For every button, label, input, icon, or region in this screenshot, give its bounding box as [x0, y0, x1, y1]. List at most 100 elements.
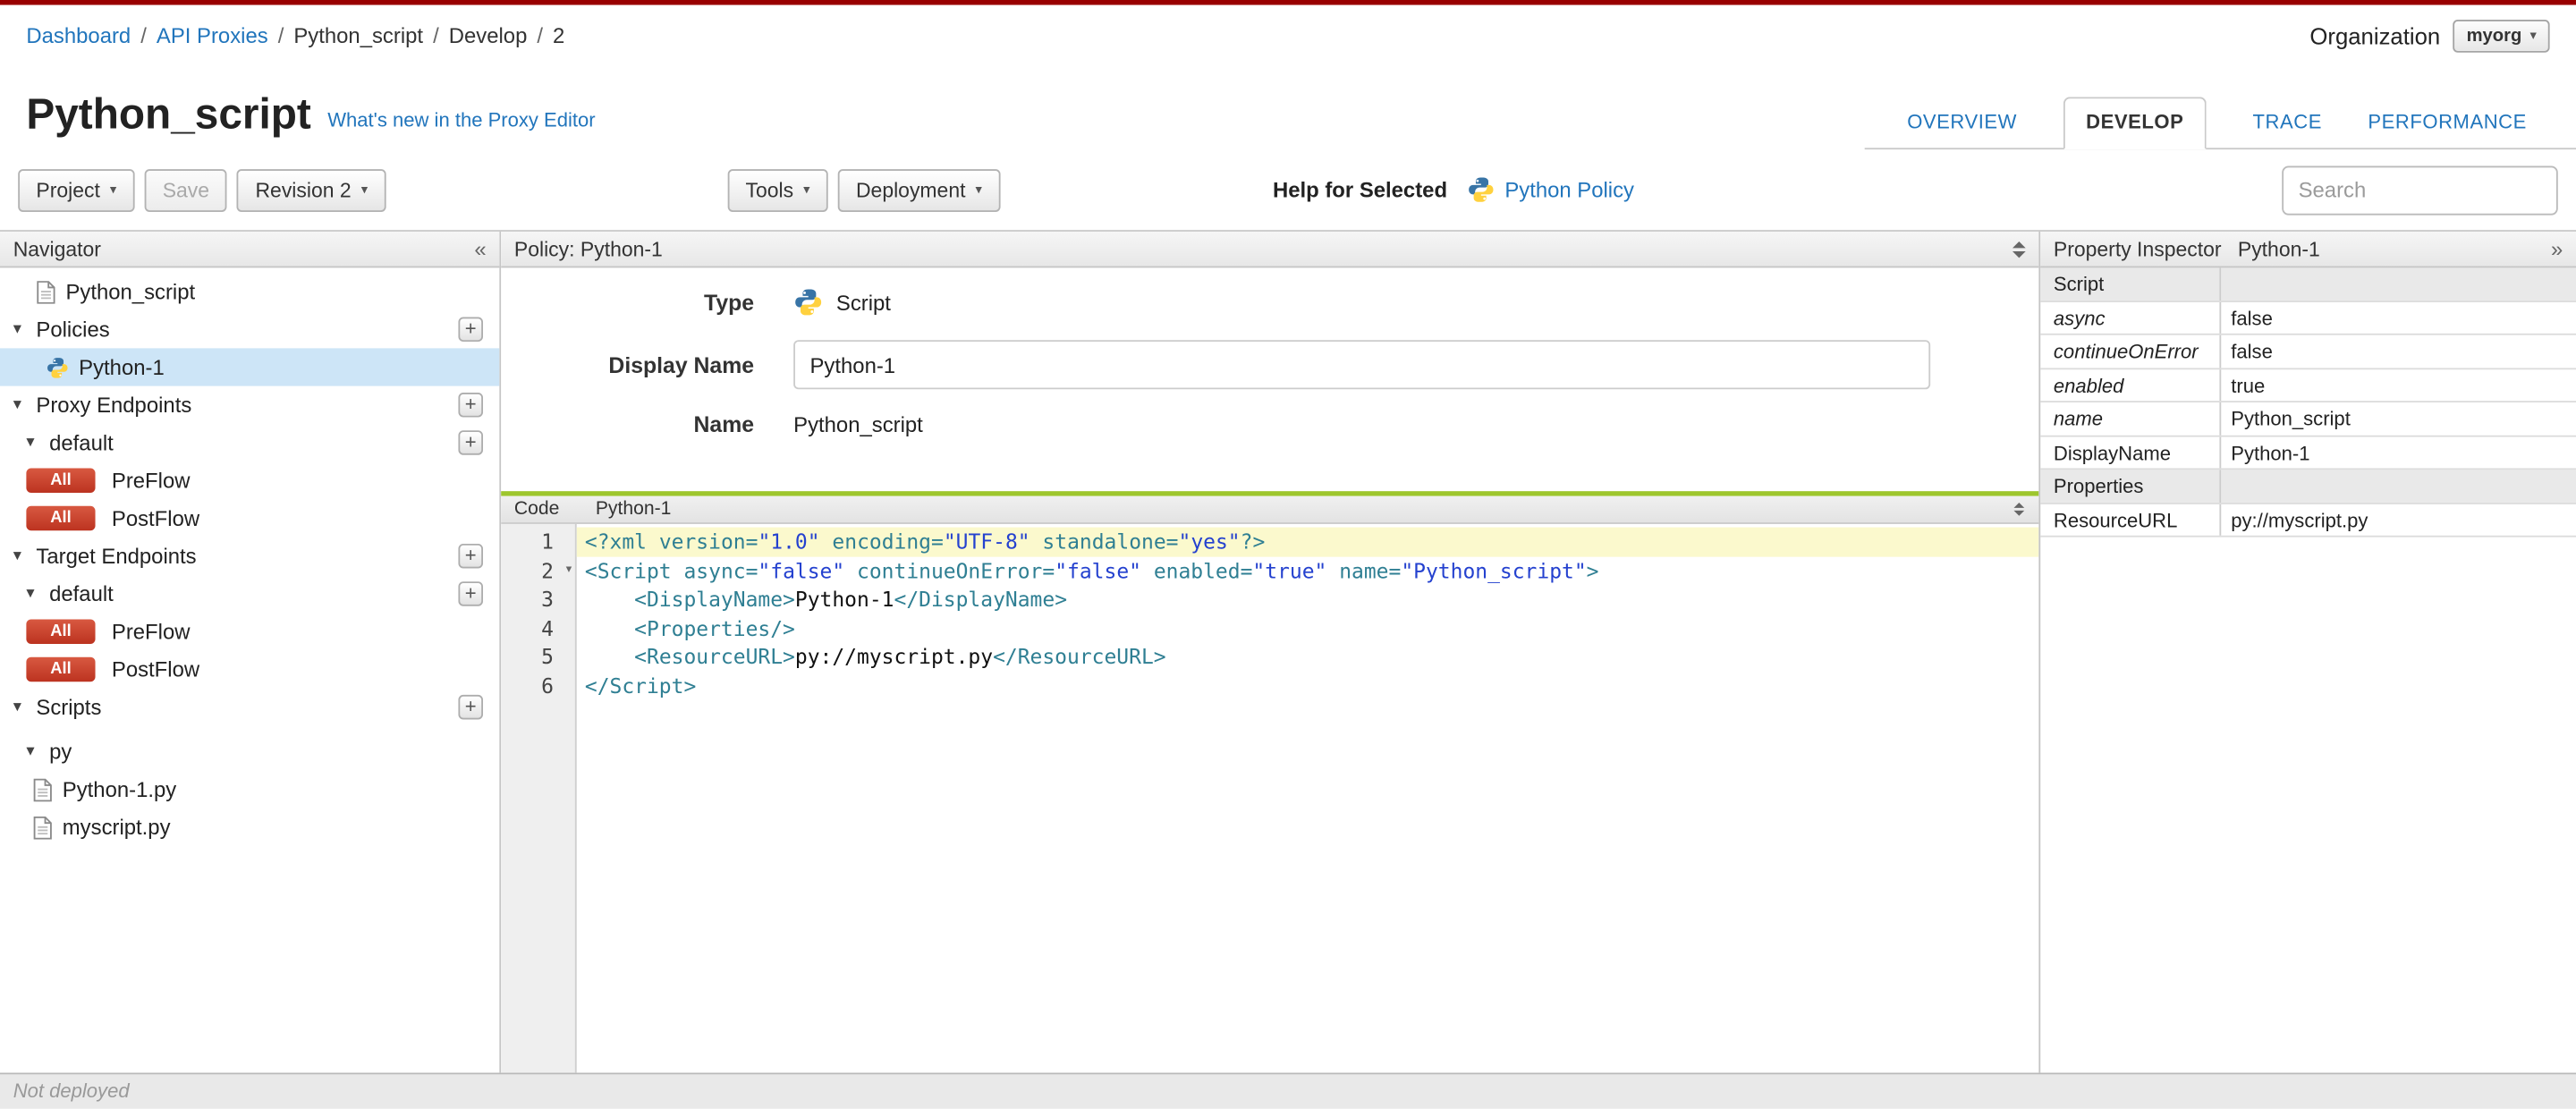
- proxy-tabs: OVERVIEW DEVELOP TRACE PERFORMANCE: [1864, 97, 2576, 150]
- all-conditions-badge: All: [26, 468, 96, 494]
- organization-label: Organization: [2309, 21, 2441, 49]
- add-flow-button[interactable]: +: [458, 581, 483, 606]
- breadcrumb: Dashboard / API Proxies / Python_script …: [26, 23, 564, 48]
- navigator-title: Navigator: [13, 237, 101, 261]
- collapse-vertical-icon[interactable]: [2012, 241, 2026, 258]
- organization-dropdown[interactable]: myorg ▾: [2453, 19, 2550, 52]
- project-button[interactable]: Project ▾: [18, 168, 135, 212]
- tree-row-file-python-1-py[interactable]: Python-1.py: [0, 770, 499, 808]
- tab-develop[interactable]: DEVELOP: [2063, 97, 2207, 150]
- property-value[interactable]: py://myscript.py: [2221, 504, 2576, 536]
- add-policy-button[interactable]: +: [458, 317, 483, 343]
- name-row: Name Python_script: [508, 412, 2039, 437]
- whats-new-link[interactable]: What's new in the Proxy Editor: [327, 108, 595, 131]
- code-editor[interactable]: 1 2 ▾ 3 4 5 6 <?xml version="1.0" encoding="UT…: [501, 523, 2039, 1073]
- code-line[interactable]: <?xml version="1.0" encoding="UTF-8" sta…: [576, 527, 2039, 556]
- document-icon: [36, 280, 55, 303]
- code-title: Python-1: [595, 499, 672, 520]
- tree-row-target-postflow[interactable]: All PostFlow: [0, 650, 499, 688]
- property-value[interactable]: Python-1: [2221, 436, 2576, 469]
- tools-button[interactable]: Tools ▾: [727, 168, 828, 212]
- tree-row-proxy-postflow[interactable]: All PostFlow: [0, 499, 499, 537]
- code-line[interactable]: <DisplayName>Python-1</DisplayName>: [577, 585, 2039, 614]
- code-line[interactable]: <Properties/>: [577, 614, 2039, 642]
- property-value[interactable]: false: [2221, 335, 2576, 368]
- navigator-tree: Python_script ▾ Policies + Python-1 ▾ Pr…: [0, 267, 500, 1072]
- tree-row-file-myscript-py[interactable]: myscript.py: [0, 808, 499, 846]
- tree-label: myscript.py: [62, 815, 171, 840]
- tree-label: Proxy Endpoints: [36, 392, 192, 418]
- display-name-row: Display Name: [508, 340, 2039, 390]
- code-line[interactable]: <Script async="false" continueOnError="f…: [577, 556, 2039, 585]
- caret-down-icon[interactable]: ▾: [26, 434, 49, 452]
- caret-down-icon[interactable]: ▾: [13, 320, 37, 338]
- property-value: [2221, 470, 2576, 503]
- property-name: continueOnError: [2040, 334, 2222, 368]
- breadcrumb-separator: /: [537, 22, 544, 48]
- caret-down-icon[interactable]: ▾: [26, 742, 49, 760]
- property-row: async false: [2040, 301, 2576, 335]
- property-name: Script: [2040, 267, 2222, 301]
- tree-row-proxy-root[interactable]: Python_script: [0, 273, 499, 310]
- tree-row-proxy-default[interactable]: ▾ default +: [0, 424, 499, 461]
- tab-trace[interactable]: TRACE: [2253, 98, 2322, 148]
- python-policy-help-link[interactable]: Python Policy: [1504, 177, 1634, 202]
- code-line[interactable]: <ResourceURL>py://myscript.py</ResourceU…: [577, 642, 2039, 671]
- tree-row-target-default[interactable]: ▾ default +: [0, 575, 499, 613]
- caret-down-icon[interactable]: ▾: [13, 396, 37, 414]
- type-label: Type: [704, 290, 755, 315]
- breadcrumb-separator: /: [277, 22, 284, 48]
- organization-value: myorg: [2466, 25, 2522, 46]
- add-flow-button[interactable]: +: [458, 430, 483, 455]
- code-lines[interactable]: <?xml version="1.0" encoding="UTF-8" sta…: [576, 524, 2039, 1072]
- code-line[interactable]: </Script>: [577, 671, 2039, 699]
- tree-row-proxy-endpoints-section[interactable]: ▾ Proxy Endpoints +: [0, 386, 499, 424]
- add-proxy-endpoint-button[interactable]: +: [458, 392, 483, 418]
- navigator-pane: Navigator « Python_script ▾ Policies + P…: [0, 231, 502, 1073]
- all-conditions-badge: All: [26, 505, 96, 531]
- tree-row-py-folder[interactable]: ▾ py: [0, 732, 499, 770]
- search-input[interactable]: [2282, 165, 2558, 215]
- tree-label: Scripts: [36, 694, 102, 720]
- tree-label: PreFlow: [111, 619, 191, 644]
- breadcrumb-dashboard[interactable]: Dashboard: [26, 23, 131, 48]
- tree-label: default: [49, 430, 114, 455]
- breadcrumb-api-proxies[interactable]: API Proxies: [157, 23, 268, 48]
- top-bar: Dashboard / API Proxies / Python_script …: [0, 5, 2576, 66]
- collapse-right-icon[interactable]: »: [2551, 238, 2563, 259]
- code-tab[interactable]: Code: [514, 499, 560, 519]
- property-value[interactable]: Python_script: [2221, 402, 2576, 435]
- python-icon: [46, 356, 69, 379]
- property-row: continueOnError false: [2040, 334, 2576, 369]
- property-value[interactable]: false: [2221, 301, 2576, 334]
- add-script-button[interactable]: +: [458, 694, 483, 720]
- deployment-button[interactable]: Deployment ▾: [837, 168, 1001, 212]
- tree-row-scripts-section[interactable]: ▾ Scripts +: [0, 689, 499, 726]
- tree-row-proxy-preflow[interactable]: All PreFlow: [0, 461, 499, 499]
- tree-label: PreFlow: [111, 468, 191, 494]
- caret-down-icon[interactable]: ▾: [26, 585, 49, 603]
- tree-row-target-endpoints-section[interactable]: ▾ Target Endpoints +: [0, 538, 499, 575]
- caret-down-icon[interactable]: ▾: [13, 698, 37, 716]
- property-name: enabled: [2040, 368, 2222, 402]
- property-inspector-pane: Property Inspector Python-1 » Script asyn…: [2038, 231, 2576, 1073]
- add-target-endpoint-button[interactable]: +: [458, 543, 483, 569]
- help-for-selected-label: Help for Selected: [1272, 177, 1448, 202]
- collapse-vertical-icon[interactable]: [2013, 503, 2025, 516]
- property-value[interactable]: true: [2221, 368, 2576, 401]
- revision-button[interactable]: Revision 2 ▾: [237, 168, 386, 212]
- tab-performance[interactable]: PERFORMANCE: [2368, 98, 2527, 148]
- caret-down-icon[interactable]: ▾: [13, 547, 37, 565]
- save-button[interactable]: Save: [144, 168, 228, 212]
- collapse-left-icon[interactable]: «: [474, 238, 486, 259]
- tree-row-policies-section[interactable]: ▾ Policies +: [0, 310, 499, 348]
- tab-overview[interactable]: OVERVIEW: [1907, 98, 2017, 148]
- caret-down-icon: ▾: [109, 182, 117, 198]
- caret-down-icon: ▾: [2529, 28, 2537, 43]
- fold-arrow-icon[interactable]: ▾: [564, 556, 573, 585]
- tree-row-policy-python-1[interactable]: Python-1: [0, 348, 500, 386]
- display-name-input[interactable]: [793, 340, 1931, 390]
- status-bar: Not deployed: [0, 1072, 2576, 1109]
- tree-label: Python-1.py: [62, 776, 177, 802]
- tree-row-target-preflow[interactable]: All PreFlow: [0, 613, 499, 650]
